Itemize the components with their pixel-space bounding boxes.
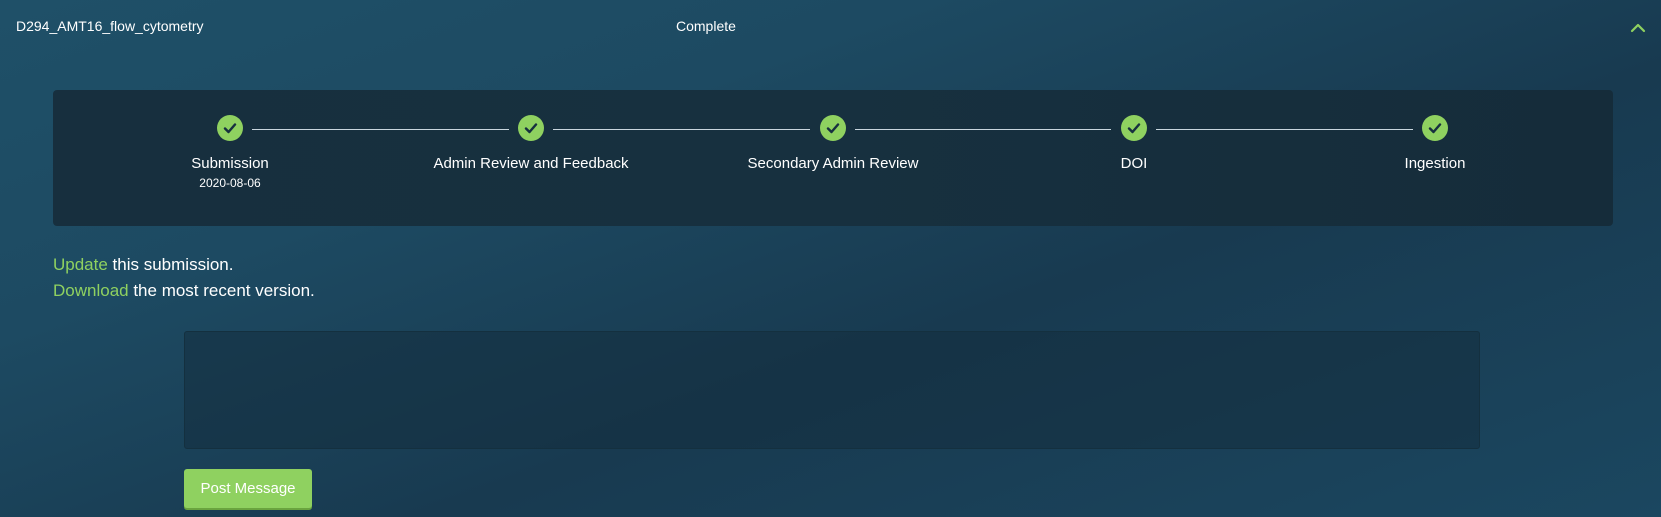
download-link[interactable]: Download bbox=[53, 281, 129, 300]
step-label: Submission bbox=[191, 155, 269, 172]
update-link[interactable]: Update bbox=[53, 255, 108, 274]
checkmark-icon bbox=[820, 115, 846, 141]
progress-panel: Submission 2020-08-06 Admin Review and F… bbox=[53, 90, 1613, 226]
step-label: Ingestion bbox=[1404, 155, 1466, 172]
submission-actions: Update this submission. Download the mos… bbox=[53, 252, 315, 304]
message-input[interactable] bbox=[184, 331, 1480, 449]
download-line: Download the most recent version. bbox=[53, 278, 315, 304]
step-label: Secondary Admin Review bbox=[747, 155, 919, 172]
step-doi: DOI bbox=[1014, 115, 1254, 172]
step-label: DOI bbox=[1120, 155, 1148, 172]
update-text: this submission. bbox=[107, 255, 234, 274]
checkmark-icon bbox=[1121, 115, 1147, 141]
chevron-up-icon[interactable] bbox=[1626, 16, 1650, 40]
step-secondary-review: Secondary Admin Review bbox=[713, 115, 953, 172]
step-submission: Submission 2020-08-06 bbox=[110, 115, 350, 190]
status-text: Complete bbox=[676, 18, 736, 34]
checkmark-icon bbox=[217, 115, 243, 141]
step-date: 2020-08-06 bbox=[199, 176, 261, 190]
step-ingestion: Ingestion bbox=[1315, 115, 1555, 172]
post-message-button[interactable]: Post Message bbox=[184, 469, 312, 508]
checkmark-icon bbox=[1422, 115, 1448, 141]
submission-header[interactable]: D294_AMT16_flow_cytometry Complete bbox=[0, 0, 1661, 54]
step-admin-review: Admin Review and Feedback bbox=[411, 115, 651, 172]
checkmark-icon bbox=[518, 115, 544, 141]
step-label: Admin Review and Feedback bbox=[433, 155, 629, 172]
dataset-name: D294_AMT16_flow_cytometry bbox=[16, 18, 204, 34]
update-line: Update this submission. bbox=[53, 252, 315, 278]
download-text: the most recent version. bbox=[128, 281, 315, 300]
